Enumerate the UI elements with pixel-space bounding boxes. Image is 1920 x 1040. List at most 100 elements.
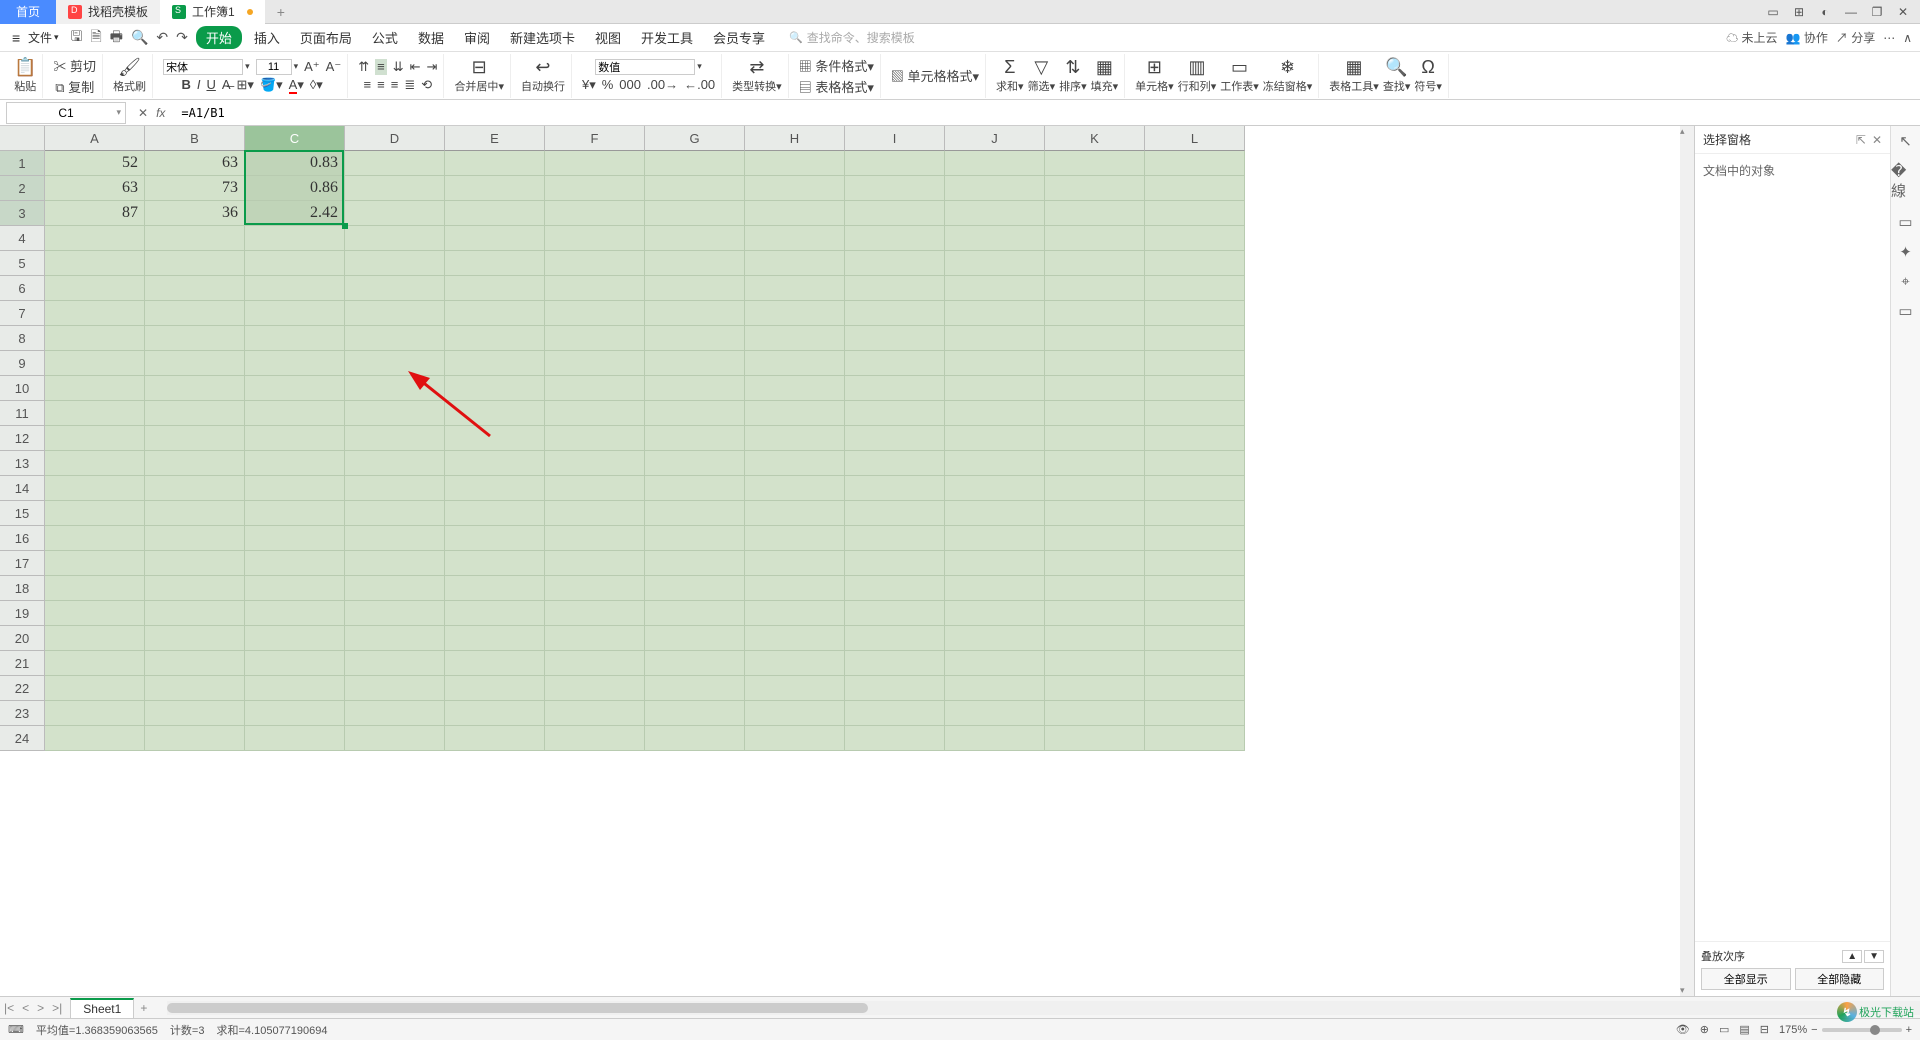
cell-B9[interactable]	[145, 351, 245, 376]
cell-A12[interactable]	[45, 426, 145, 451]
currency-icon[interactable]: ¥▾	[582, 77, 596, 93]
cell-C4[interactable]	[245, 226, 345, 251]
cell-H2[interactable]	[745, 176, 845, 201]
dec-dec-icon[interactable]: ←.00	[684, 77, 715, 93]
cell-K3[interactable]	[1045, 201, 1145, 226]
row-header-12[interactable]: 12	[0, 426, 45, 451]
cell-E13[interactable]	[445, 451, 545, 476]
rail-layout-icon[interactable]: ▭	[1898, 213, 1912, 231]
cell-I22[interactable]	[845, 676, 945, 701]
cell-G12[interactable]	[645, 426, 745, 451]
cancel-fx-icon[interactable]: ✕	[138, 106, 148, 120]
align-center-icon[interactable]: ≡	[377, 77, 385, 93]
cell-C20[interactable]	[245, 626, 345, 651]
cell-A16[interactable]	[45, 526, 145, 551]
cell-C21[interactable]	[245, 651, 345, 676]
cell-D10[interactable]	[345, 376, 445, 401]
col-header-E[interactable]: E	[445, 126, 545, 151]
first-sheet-icon[interactable]: |<	[0, 1001, 18, 1015]
cell-K19[interactable]	[1045, 601, 1145, 626]
cell-D9[interactable]	[345, 351, 445, 376]
grow-font-icon[interactable]: A⁺	[304, 59, 320, 75]
cell-D21[interactable]	[345, 651, 445, 676]
next-sheet-icon[interactable]: >	[33, 1001, 48, 1015]
cell-D7[interactable]	[345, 301, 445, 326]
cell-A6[interactable]	[45, 276, 145, 301]
shrink-font-icon[interactable]: A⁻	[326, 59, 342, 75]
cell-F7[interactable]	[545, 301, 645, 326]
highlight-icon[interactable]: ◊▾	[310, 77, 323, 93]
rowcol-icon[interactable]: ▥	[1188, 58, 1205, 76]
cell-J16[interactable]	[945, 526, 1045, 551]
cell-H7[interactable]	[745, 301, 845, 326]
font-color-icon[interactable]: A▾	[289, 77, 304, 93]
cell-I16[interactable]	[845, 526, 945, 551]
cell-H17[interactable]	[745, 551, 845, 576]
col-header-I[interactable]: I	[845, 126, 945, 151]
cell-L4[interactable]	[1145, 226, 1245, 251]
cell-J13[interactable]	[945, 451, 1045, 476]
horizontal-scrollbar[interactable]	[167, 1001, 1920, 1015]
cell-H15[interactable]	[745, 501, 845, 526]
row-header-24[interactable]: 24	[0, 726, 45, 751]
cell-L20[interactable]	[1145, 626, 1245, 651]
cell-B11[interactable]	[145, 401, 245, 426]
sort-icon[interactable]: ⇅	[1065, 58, 1080, 76]
cell-I20[interactable]	[845, 626, 945, 651]
cell-G22[interactable]	[645, 676, 745, 701]
cell-K23[interactable]	[1045, 701, 1145, 726]
minimize-icon[interactable]: —	[1842, 5, 1860, 19]
cell-C1[interactable]: 0.83	[245, 151, 345, 176]
cell-L15[interactable]	[1145, 501, 1245, 526]
cell-B20[interactable]	[145, 626, 245, 651]
cell-F15[interactable]	[545, 501, 645, 526]
cell-D3[interactable]	[345, 201, 445, 226]
apps-icon[interactable]: ⊞	[1790, 5, 1808, 19]
cell-F4[interactable]	[545, 226, 645, 251]
row-header-5[interactable]: 5	[0, 251, 45, 276]
cell-G16[interactable]	[645, 526, 745, 551]
cell-J11[interactable]	[945, 401, 1045, 426]
cell-J2[interactable]	[945, 176, 1045, 201]
cell-F19[interactable]	[545, 601, 645, 626]
cell-K14[interactable]	[1045, 476, 1145, 501]
cell-L13[interactable]	[1145, 451, 1245, 476]
row-header-9[interactable]: 9	[0, 351, 45, 376]
cell-J6[interactable]	[945, 276, 1045, 301]
undo-icon[interactable]: ↶	[156, 29, 168, 46]
indent-dec-icon[interactable]: ⇤	[410, 59, 421, 75]
cell-B19[interactable]	[145, 601, 245, 626]
show-all-button[interactable]: 全部显示	[1701, 968, 1791, 990]
cell-G14[interactable]	[645, 476, 745, 501]
save-icon[interactable]: 🖫	[71, 26, 83, 50]
cell-E21[interactable]	[445, 651, 545, 676]
cell-J19[interactable]	[945, 601, 1045, 626]
cell-E16[interactable]	[445, 526, 545, 551]
cell-E18[interactable]	[445, 576, 545, 601]
merge-icon[interactable]: ⊟	[472, 58, 487, 76]
cell-J22[interactable]	[945, 676, 1045, 701]
tab-templates[interactable]: 找稻壳模板	[56, 0, 160, 24]
cell-A17[interactable]	[45, 551, 145, 576]
numfmt-combo[interactable]: ▾	[595, 59, 702, 75]
cell-F14[interactable]	[545, 476, 645, 501]
cell-J20[interactable]	[945, 626, 1045, 651]
send-backward-button[interactable]: ▼	[1864, 950, 1884, 963]
cell-G18[interactable]	[645, 576, 745, 601]
cell-B17[interactable]	[145, 551, 245, 576]
cell-I12[interactable]	[845, 426, 945, 451]
cell-E23[interactable]	[445, 701, 545, 726]
cell-K24[interactable]	[1045, 726, 1145, 751]
percent-icon[interactable]: %	[602, 77, 614, 93]
row-header-14[interactable]: 14	[0, 476, 45, 501]
cell-F23[interactable]	[545, 701, 645, 726]
cell-F9[interactable]	[545, 351, 645, 376]
cell-C17[interactable]	[245, 551, 345, 576]
layout-icon[interactable]: ▭	[1764, 5, 1782, 19]
rail-effects-icon[interactable]: ✦	[1899, 243, 1912, 261]
cell-H22[interactable]	[745, 676, 845, 701]
cell-D19[interactable]	[345, 601, 445, 626]
wrap-icon[interactable]: ↩	[535, 58, 550, 76]
border-icon[interactable]: ⊞▾	[237, 77, 254, 93]
cell-B7[interactable]	[145, 301, 245, 326]
